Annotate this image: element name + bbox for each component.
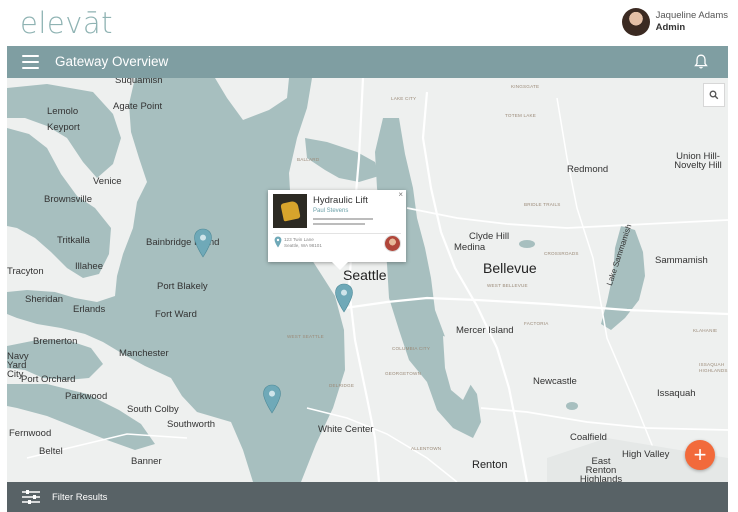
map-label: TOTEM LAKE [505, 113, 537, 118]
header-bar: Gateway Overview [7, 46, 728, 78]
map-label: CROSSROADS [544, 251, 579, 256]
map-label: ISSAQUAH HIGHLANDS [699, 362, 728, 373]
map-label: Agate Point [113, 101, 163, 112]
map-label: High Valley [622, 449, 670, 460]
map-label: Keyport [47, 122, 80, 133]
map-label: Beltel [39, 446, 63, 457]
filter-sliders-icon [22, 490, 40, 504]
user-avatar[interactable] [621, 8, 650, 36]
page-title: Gateway Overview [55, 54, 169, 69]
map-label: BRIDLE TRAILS [524, 202, 561, 207]
popup-subtitle[interactable]: Paul Stevens [313, 208, 348, 214]
filter-results-bar[interactable]: Filter Results [7, 482, 728, 512]
map-label: ALLENTOWN [411, 446, 442, 451]
map-label: KINGSGATE [511, 84, 540, 89]
map-label: Newcastle [533, 376, 577, 387]
map-label: Tritkalla [57, 235, 90, 246]
location-pin-icon [274, 236, 282, 248]
gateway-popup[interactable]: × Hydraulic Lift Paul Stevens 123 Twin L… [268, 190, 406, 270]
map-label: Port Orchard [21, 374, 76, 385]
map-label: Port Blakely [157, 281, 208, 292]
map-label: Fernwood [9, 428, 52, 439]
popup-detail-line [313, 218, 373, 220]
map-label: Mercer Island [456, 325, 514, 336]
assignee-avatar[interactable] [384, 235, 401, 252]
map-label: Parkwood [65, 391, 108, 402]
user-name: Jaqueline Adams [655, 10, 728, 21]
map-label: East Renton Highlands [579, 456, 623, 482]
map-label: Tracyton [7, 266, 44, 277]
map-label: South Colby [127, 404, 179, 415]
hamburger-menu-icon[interactable] [22, 55, 39, 69]
map-label: DELRIDGE [329, 383, 355, 388]
popup-title: Hydraulic Lift [313, 195, 368, 206]
map-label-bellevue: Bellevue [483, 260, 537, 276]
map-label: Coalfield [570, 432, 607, 443]
plus-icon: + [693, 442, 707, 467]
map-label: COLUMBIA CITY [392, 346, 431, 351]
popup-address: 123 Twin Lane Seattle, WA 98101 [284, 237, 322, 248]
map-view[interactable]: Seattle Bellevue Redmond Lemolo Keyport … [7, 78, 728, 482]
map-label: Erlands [73, 304, 106, 315]
map-label-seattle: Seattle [343, 267, 387, 283]
app-root: elevāt Jaqueline Adams Admin Gateway Ove… [0, 0, 738, 512]
map-label: WEST SEATTLE [287, 334, 324, 339]
map-label: FACTORIA [524, 321, 549, 326]
top-bar: elevāt Jaqueline Adams Admin [0, 0, 738, 46]
map-label: Manchester [119, 348, 169, 359]
map-label: BALLARD [297, 157, 320, 162]
popup-detail-line [313, 223, 365, 225]
map-label: WEST BELLEVUE [487, 283, 528, 288]
map-label: Renton [472, 459, 508, 471]
map-label: Brownsville [44, 194, 93, 205]
bell-icon[interactable] [694, 54, 708, 70]
map-label: Southworth [167, 419, 216, 430]
map-label: Bremerton [33, 336, 78, 347]
map-label: Illahee [75, 261, 103, 272]
filter-results-label: Filter Results [52, 492, 108, 503]
map-label: Fort Ward [155, 309, 197, 320]
map-label: GEORGETOWN [385, 371, 422, 376]
user-profile[interactable]: Jaqueline Adams Admin [621, 8, 728, 36]
map-label: White Center [318, 424, 374, 435]
add-button[interactable]: + [685, 440, 715, 470]
map-search-button[interactable] [703, 83, 725, 107]
map-label: Venice [93, 176, 122, 187]
map-pin-icon[interactable] [334, 283, 354, 313]
close-icon[interactable]: × [398, 190, 403, 199]
map-label: Sheridan [25, 294, 64, 305]
equipment-thumbnail [273, 194, 307, 228]
user-info: Jaqueline Adams Admin [656, 10, 728, 34]
map-label: Lemolo [47, 106, 79, 117]
map-label: Clyde Hill [469, 231, 510, 242]
map-label: Suquamish [115, 78, 163, 86]
user-role: Admin [655, 22, 686, 33]
map-label-redmond: Redmond [567, 164, 609, 175]
map-label: KLAHANIE [693, 328, 718, 333]
map-label: Union Hill-Novelty Hill [674, 151, 722, 171]
map-label: Issaquah [657, 388, 696, 399]
popup-divider [273, 233, 401, 234]
map-label: Medina [454, 242, 486, 253]
map-pin-icon[interactable] [262, 384, 282, 414]
search-icon [709, 90, 719, 100]
map-pin-icon[interactable] [193, 228, 213, 258]
map-label: Sammamish [655, 255, 708, 266]
app-logo: elevāt [20, 6, 114, 40]
map-label: Banner [131, 456, 162, 467]
map-label: LAKE CITY [391, 96, 417, 101]
